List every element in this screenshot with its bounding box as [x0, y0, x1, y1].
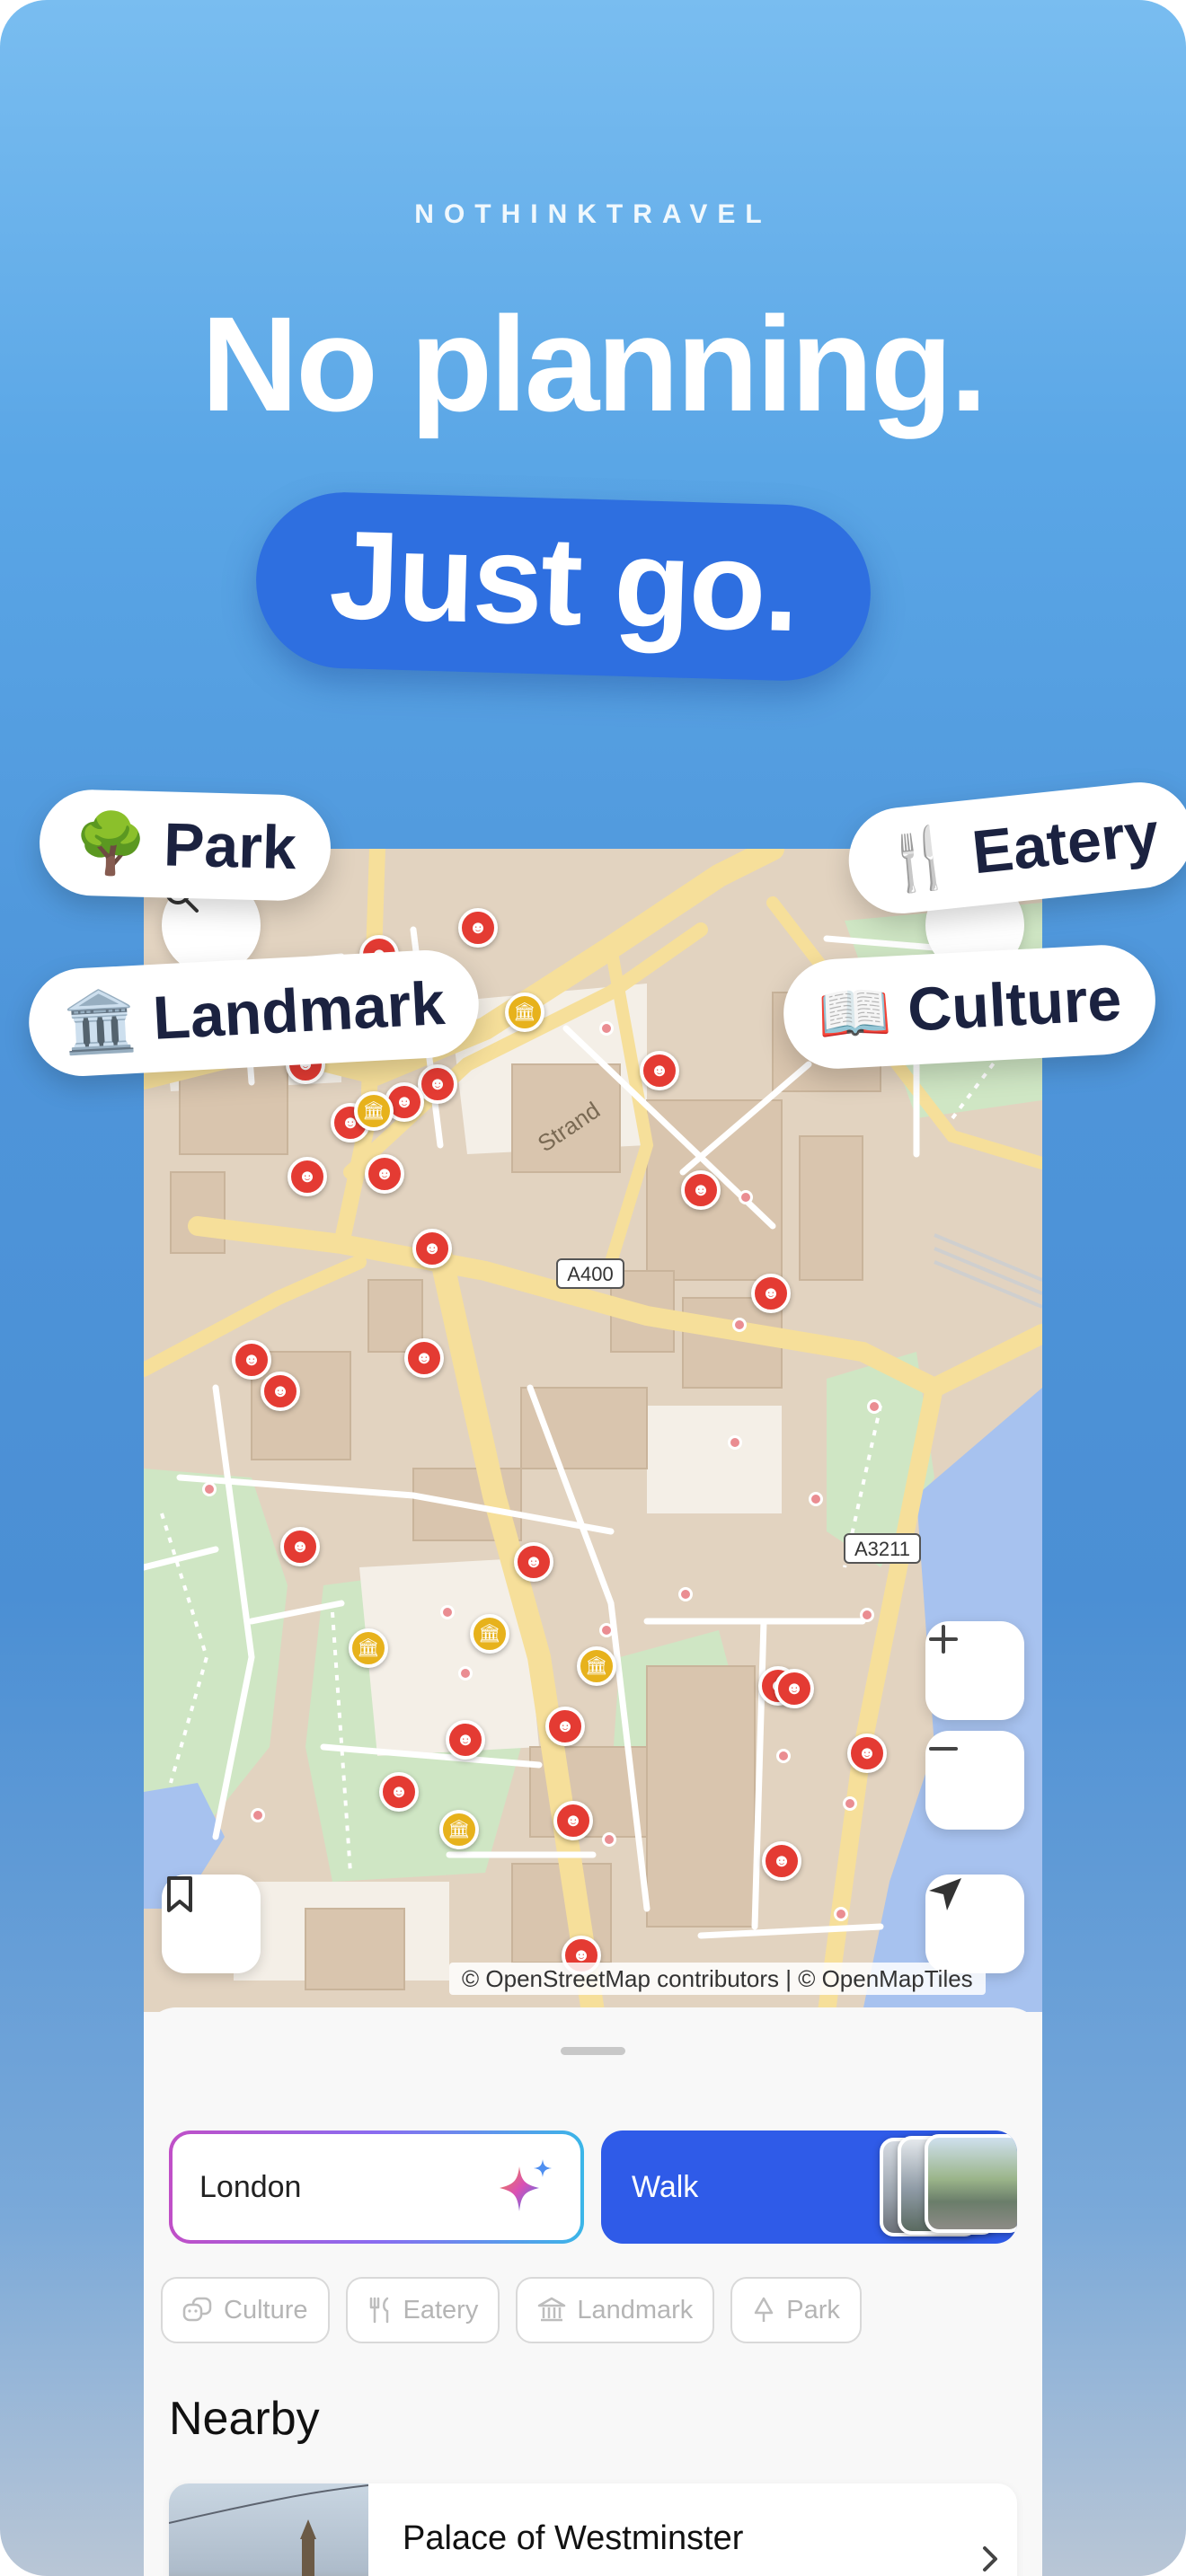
culture-marker[interactable]: ☻ [553, 1801, 593, 1840]
pill-label: Eatery [969, 799, 1163, 887]
walk-mode-label: Walk [632, 2169, 699, 2204]
culture-marker[interactable]: ☻ [774, 1669, 814, 1708]
map-poi-dot[interactable] [599, 1021, 614, 1036]
tree-icon: 🌳 [73, 808, 149, 878]
filter-chip-label: Landmark [577, 2295, 694, 2325]
place-photo-art [169, 2484, 369, 2576]
city-input[interactable]: London [169, 2130, 584, 2244]
filter-chip-culture[interactable]: Culture [161, 2277, 330, 2343]
map-poi-dot[interactable] [834, 1907, 848, 1921]
culture-marker[interactable]: ☻ [847, 1734, 887, 1773]
chevron-right-icon [983, 2546, 997, 2572]
landmark-marker[interactable]: 🏛 [354, 1091, 394, 1131]
filter-chip-label: Eatery [403, 2295, 479, 2325]
fork-knife-icon: 🍴 [879, 821, 960, 895]
zoom-in-button[interactable] [925, 1621, 1024, 1720]
culture-marker[interactable]: ☻ [261, 1372, 300, 1411]
culture-marker[interactable]: ☻ [288, 1157, 327, 1196]
map-poi-dot[interactable] [599, 1623, 614, 1637]
road-badge-label: A3211 [854, 1538, 910, 1560]
map-attribution[interactable]: © OpenStreetMap contributors | © OpenMap… [449, 1963, 986, 1995]
walk-mode-button[interactable]: Walk [601, 2130, 1017, 2244]
nearby-place-card[interactable]: Palace of Westminster [169, 2483, 1017, 2576]
promo-poster: NOTHINKTRAVEL No planning. Just go. Stra… [0, 0, 1186, 2576]
culture-marker[interactable]: ☻ [640, 1051, 679, 1090]
pill-label: Culture [906, 965, 1123, 1045]
culture-marker[interactable]: ☻ [280, 1527, 320, 1566]
bottom-sheet: London Walk Culture Eatery Landmark Park… [144, 2007, 1042, 2576]
nearby-section-title: Nearby [169, 2393, 320, 2445]
landmark-marker[interactable]: 🏛 [349, 1628, 388, 1668]
filter-chip-label: Culture [224, 2295, 308, 2325]
filter-chip-eatery[interactable]: Eatery [345, 2277, 500, 2343]
map-poi-dot[interactable] [602, 1832, 616, 1847]
culture-marker[interactable]: ☻ [751, 1274, 791, 1313]
sheet-drag-handle[interactable] [561, 2047, 625, 2055]
culture-marker[interactable]: ☻ [681, 1170, 721, 1210]
map-poi-dot[interactable] [732, 1318, 747, 1332]
classical-building-icon: 🏛️ [61, 985, 139, 1057]
map-poi-dot[interactable] [251, 1808, 265, 1822]
tagline: Just go. [327, 503, 800, 658]
filter-chip-label: Park [786, 2295, 840, 2325]
pill-label: Landmark [151, 968, 447, 1053]
eatery-category-pill: 🍴 Eatery [843, 777, 1186, 919]
culture-marker[interactable]: ☻ [365, 1154, 404, 1194]
bookmarks-button[interactable] [162, 1875, 261, 1973]
culture-marker[interactable]: ☻ [232, 1340, 271, 1380]
landmark-marker[interactable]: 🏛 [470, 1614, 509, 1654]
tagline-pill: Just go. [253, 490, 873, 684]
map-poi-dot[interactable] [678, 1587, 693, 1601]
route-photo-thumb [925, 2134, 1017, 2233]
map-poi-dot[interactable] [867, 1399, 881, 1414]
road-badge-label: A400 [567, 1263, 613, 1285]
map-poi-dot[interactable] [809, 1492, 823, 1506]
landmark-marker[interactable]: 🏛 [577, 1646, 616, 1686]
headline: No planning. [200, 288, 987, 439]
plus-icon [929, 1625, 958, 1654]
category-filter-chips: Culture Eatery Landmark Park [161, 2277, 862, 2343]
theater-masks-icon [182, 2297, 212, 2322]
brand-name: NOTHINKTRAVEL [414, 199, 772, 229]
bank-icon [538, 2297, 566, 2322]
culture-marker[interactable]: ☻ [446, 1720, 485, 1760]
app-screen: Strand A400 A3211 ☻ ☻ ☻ ☻ ☻ ☻ ☻ ☻ ☻ ☻ ☻ … [144, 849, 1042, 2576]
map-poi-dot[interactable] [860, 1608, 874, 1622]
culture-category-pill: 📖 Culture [781, 942, 1159, 1072]
road-badge-a3211: A3211 [844, 1533, 921, 1564]
minus-icon [929, 1747, 958, 1751]
filter-chip-park[interactable]: Park [730, 2277, 862, 2343]
culture-marker[interactable]: ☻ [404, 1338, 444, 1378]
ai-sparkle-icon[interactable] [494, 2156, 557, 2219]
road-badge-a400: A400 [556, 1258, 624, 1289]
landmark-marker[interactable]: 🏛 [439, 1810, 479, 1849]
map-poi-dot[interactable] [739, 1190, 753, 1204]
filter-chip-landmark[interactable]: Landmark [516, 2277, 715, 2343]
map-poi-dot[interactable] [202, 1482, 217, 1496]
map-poi-dot[interactable] [776, 1749, 791, 1763]
park-category-pill: 🌳 Park [38, 788, 332, 903]
locate-me-button[interactable] [925, 1875, 1024, 1973]
culture-marker[interactable]: ☻ [514, 1542, 553, 1582]
bookmark-icon [167, 1876, 192, 1912]
culture-marker[interactable]: ☻ [762, 1841, 801, 1881]
culture-marker[interactable]: ☻ [458, 908, 498, 948]
map-poi-dot[interactable] [458, 1666, 473, 1681]
city-input-value: London [199, 2169, 302, 2204]
landmark-marker[interactable]: 🏛 [505, 992, 544, 1032]
place-photo [169, 2483, 369, 2576]
culture-marker[interactable]: ☻ [545, 1707, 585, 1746]
map-poi-dot[interactable] [440, 1605, 455, 1619]
navigation-arrow-icon [929, 1878, 961, 1910]
place-title: Palace of Westminster [403, 2519, 744, 2557]
pill-label: Park [163, 810, 297, 883]
culture-marker[interactable]: ☻ [379, 1772, 419, 1812]
tree-icon [755, 2297, 774, 2322]
culture-marker[interactable]: ☻ [412, 1229, 452, 1268]
map-poi-dot[interactable] [843, 1796, 857, 1811]
map-poi-dot[interactable] [728, 1435, 742, 1450]
open-book-icon: 📖 [816, 977, 894, 1048]
fork-knife-icon [369, 2297, 388, 2324]
zoom-out-button[interactable] [925, 1731, 1024, 1830]
